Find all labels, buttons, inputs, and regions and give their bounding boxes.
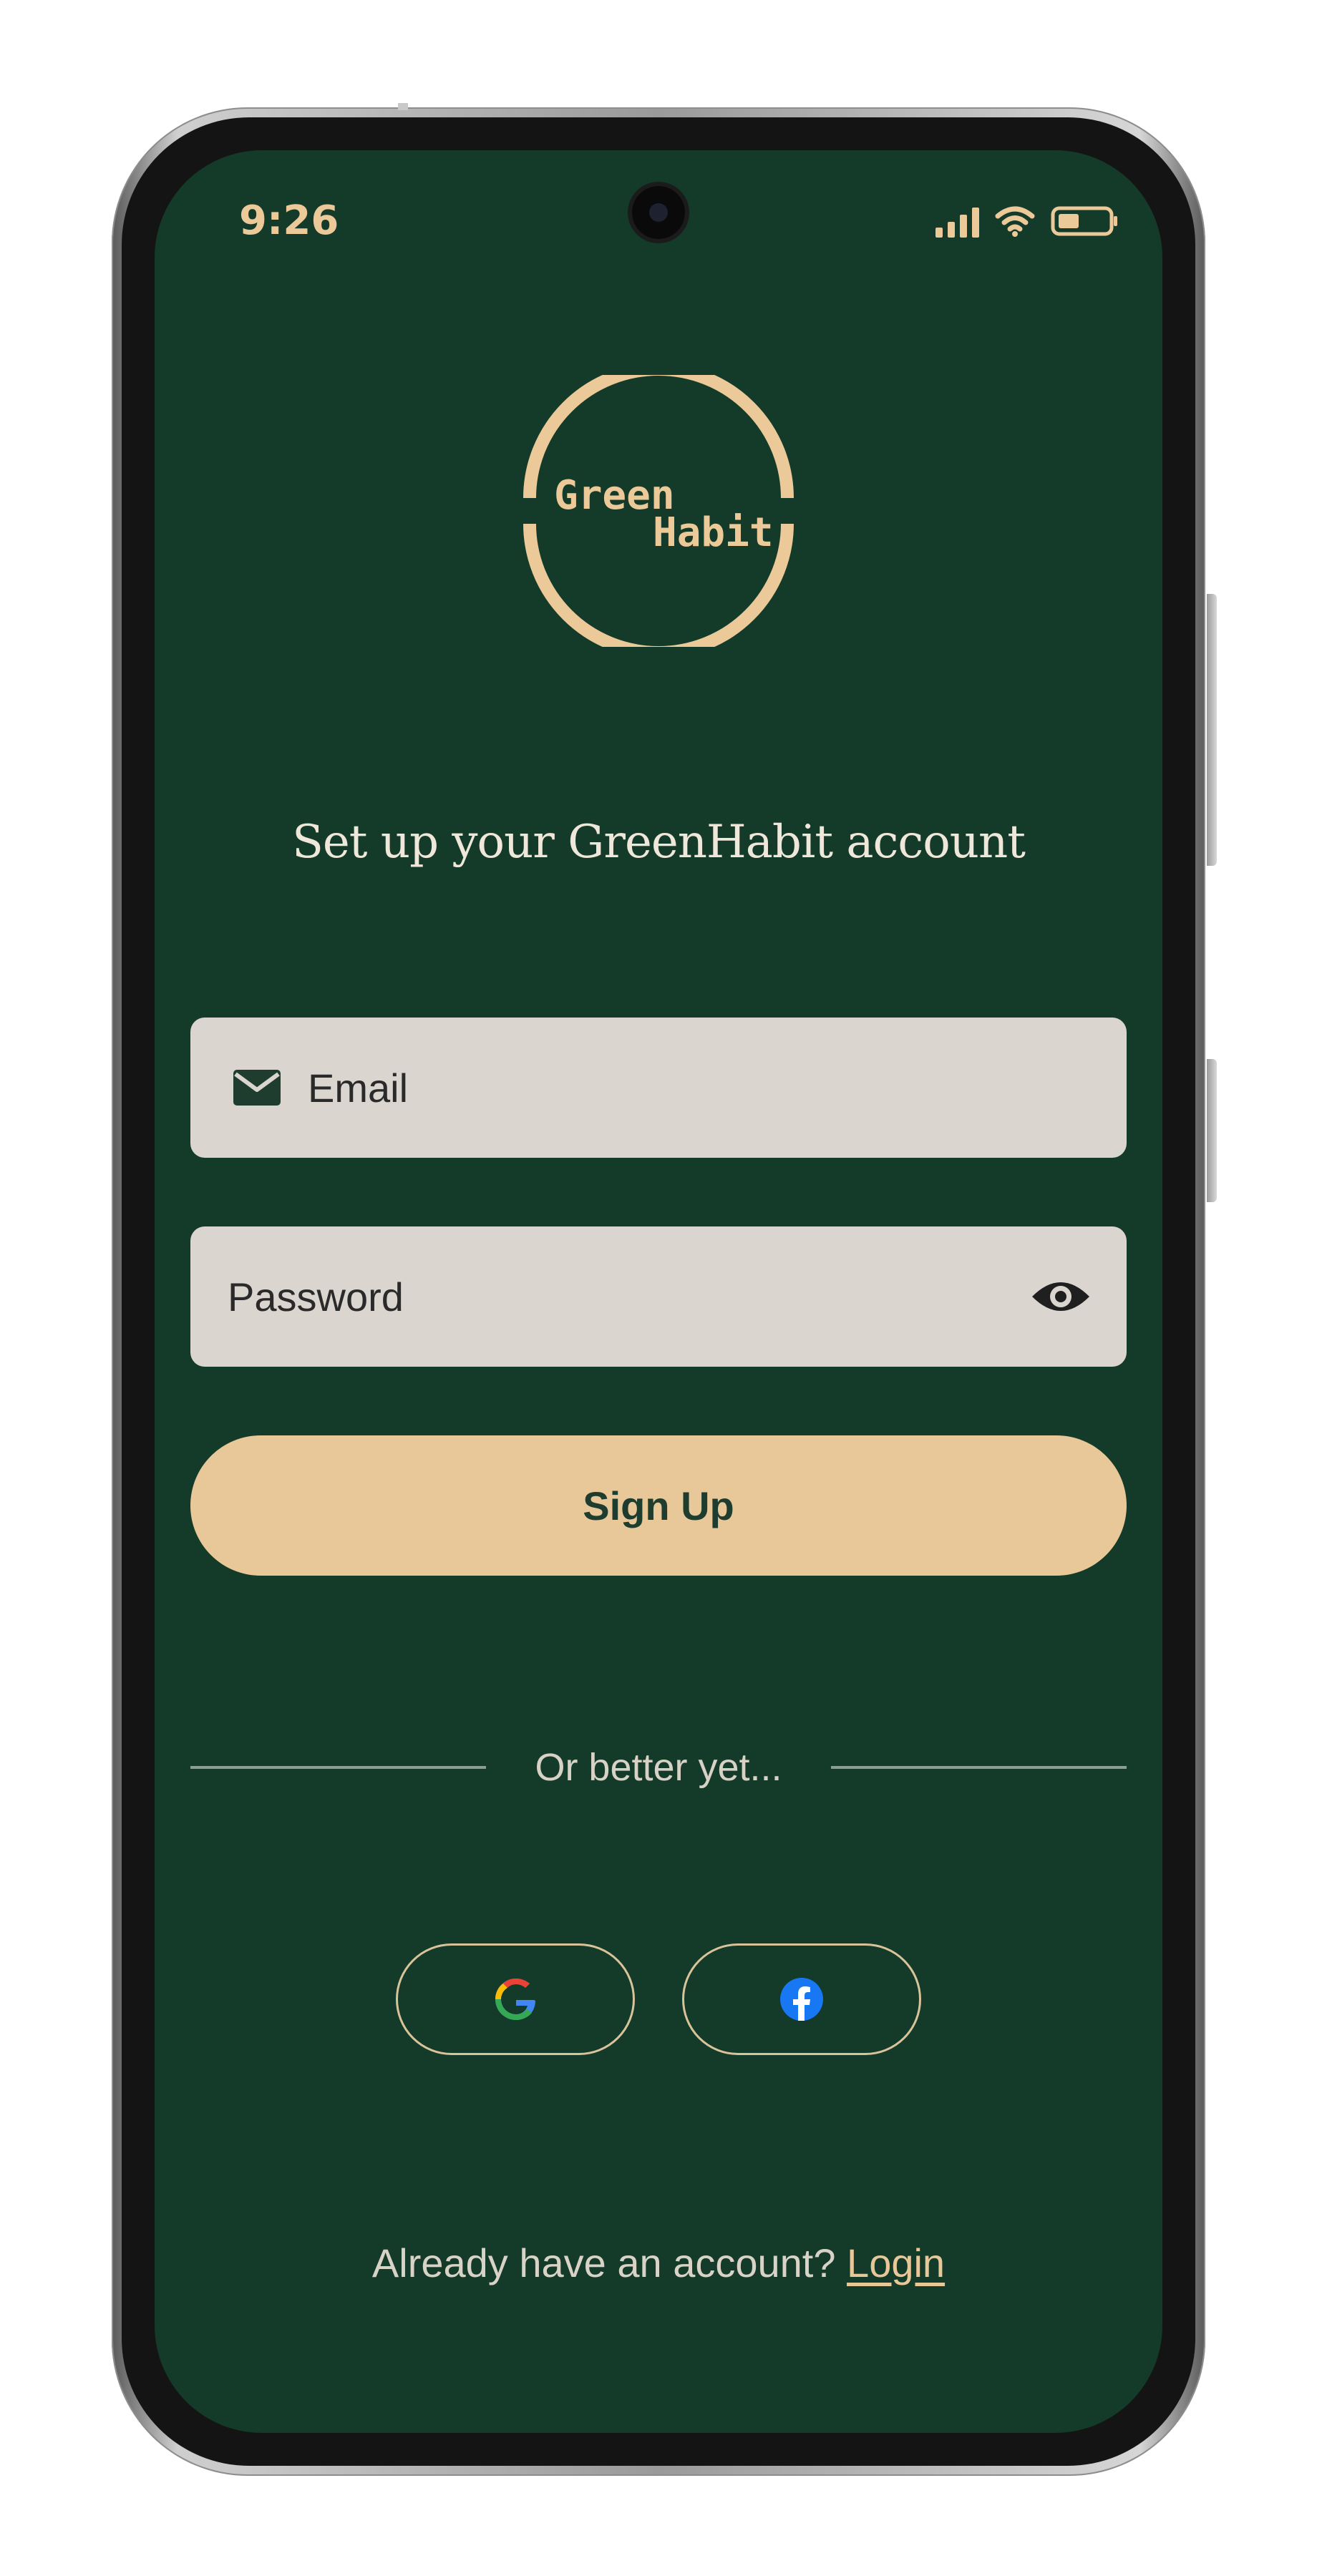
divider-label: Or better yet... (535, 1746, 782, 1789)
divider-line-left (190, 1766, 487, 1769)
google-icon (495, 1979, 535, 2020)
password-placeholder: Password (228, 1274, 404, 1319)
phone-top-slit (398, 103, 408, 110)
facebook-login-button[interactable] (682, 1943, 921, 2055)
divider-line-right (830, 1766, 1127, 1769)
volume-button (1207, 594, 1217, 866)
sign-up-button[interactable]: Sign Up (190, 1435, 1127, 1576)
status-bar: 9:26 (155, 150, 1162, 279)
login-prompt: Already have an account? Login (155, 2240, 1162, 2286)
email-placeholder: Email (308, 1065, 409, 1111)
password-field[interactable]: Password (190, 1226, 1127, 1367)
page-title: Set up your GreenHabit account (292, 816, 1026, 869)
wifi-icon (995, 206, 1035, 237)
battery-icon (1051, 206, 1117, 236)
login-link[interactable]: Login (847, 2240, 945, 2285)
phone-bezel: 9:26 Green Habit Set up your GreenHabit … (122, 117, 1195, 2466)
status-time: 9:26 (239, 197, 339, 244)
social-login-row (155, 1943, 1162, 2055)
email-field[interactable]: Email (190, 1018, 1127, 1158)
google-login-button[interactable] (396, 1943, 635, 2055)
status-icons (935, 197, 1119, 238)
screen: 9:26 Green Habit Set up your GreenHabit … (155, 150, 1162, 2433)
front-camera (632, 186, 685, 239)
eye-icon[interactable] (1031, 1277, 1091, 1317)
phone-frame: 9:26 Green Habit Set up your GreenHabit … (112, 103, 1217, 2476)
greenhabit-logo: Green Habit (523, 363, 794, 659)
login-prompt-text: Already have an account? (371, 2240, 836, 2285)
signal-icon (935, 206, 979, 238)
logo-word-habit: Habit (653, 509, 774, 556)
or-divider: Or better yet... (190, 1739, 1127, 1796)
power-button (1207, 1059, 1217, 1202)
facebook-icon (780, 1978, 823, 2021)
mail-icon (233, 1070, 281, 1106)
